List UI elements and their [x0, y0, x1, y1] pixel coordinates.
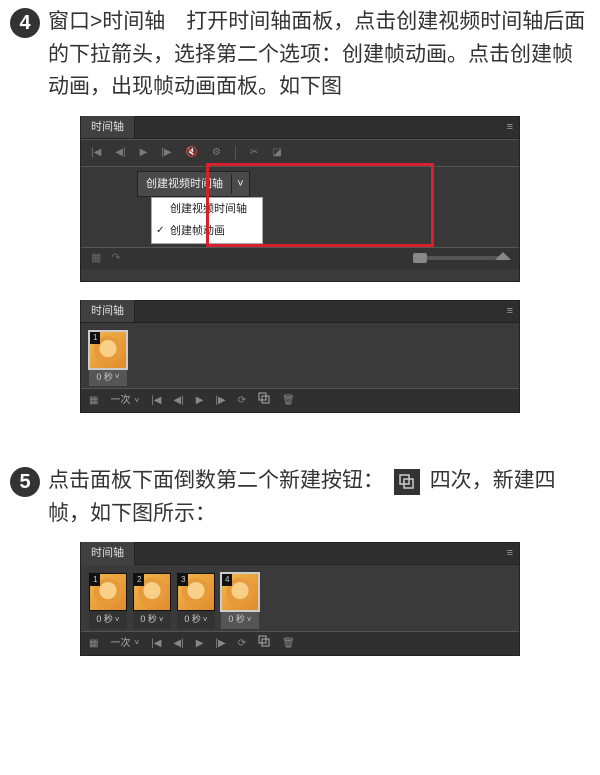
convert-frames-icon: ▦ — [91, 250, 101, 267]
trash-icon[interactable]: 🗑 — [282, 393, 295, 408]
frame-number: 1 — [90, 574, 100, 586]
frame-1[interactable]: 1 0 秒˅ — [89, 573, 127, 629]
frame-thumbnail: 1 — [89, 573, 127, 611]
timeline-tab[interactable]: 时间轴 — [81, 300, 135, 323]
frame-duration[interactable]: 0 秒˅ — [177, 611, 215, 629]
timeline-panel-initial: 时间轴 ≡ |◀ ◀| ▶ |▶ 🔇 ⚙ ✂ ◪ 创建视频时间轴 ˅ 创建视频时… — [80, 116, 520, 282]
timeline-tab[interactable]: 时间轴 — [81, 116, 135, 139]
frame-number: 4 — [222, 574, 232, 586]
step4-text: 窗口>时间轴 打开时间轴面板，点击创建视频时间轴后面的下拉箭头，选择第二个选项：… — [48, 6, 590, 104]
frame-duration[interactable]: 0 秒˅ — [89, 369, 127, 387]
frame-thumbnail: 1 — [89, 331, 127, 369]
menu-item-video-timeline[interactable]: 创建视频时间轴 — [152, 198, 262, 221]
step-number-5: 5 — [10, 467, 40, 497]
create-dropdown-menu: 创建视频时间轴 ✓ 创建帧动画 — [151, 197, 263, 244]
frame-number: 3 — [178, 574, 188, 586]
loop-selector[interactable]: 一次˅ — [110, 636, 139, 651]
player-controls-row: |◀ ◀| ▶ |▶ 🔇 ⚙ ✂ ◪ — [81, 139, 519, 167]
create-button-label: 创建视频时间轴 — [146, 176, 223, 193]
tween-icon[interactable]: ⟳ — [238, 393, 246, 408]
menu-item-frame-animation[interactable]: ✓ 创建帧动画 — [152, 220, 262, 243]
frame-number: 1 — [90, 332, 100, 344]
frame-thumbnail: 3 — [177, 573, 215, 611]
new-frame-icon[interactable] — [258, 635, 270, 652]
audio-icon: 🔇 — [186, 145, 198, 160]
play-icon[interactable]: ▶ — [196, 393, 204, 408]
first-frame-icon[interactable]: |◀ — [151, 636, 161, 651]
chevron-down-icon: ˅ — [115, 371, 120, 383]
frame-thumbnail: 2 — [133, 573, 171, 611]
panel-menu-icon[interactable]: ≡ — [501, 303, 519, 320]
next-frame-icon[interactable]: |▶ — [215, 636, 225, 651]
frame-3[interactable]: 3 0 秒˅ — [177, 573, 215, 629]
prev-frame-icon[interactable]: ◀| — [173, 636, 183, 651]
first-frame-icon: |◀ — [91, 145, 101, 160]
panel-menu-icon[interactable]: ≡ — [501, 545, 519, 562]
frame-duration[interactable]: 0 秒˅ — [221, 611, 259, 629]
convert-icon[interactable]: ▦ — [89, 393, 98, 408]
new-frame-icon-inline — [394, 469, 420, 495]
loop-selector[interactable]: 一次˅ — [110, 393, 139, 408]
frame-duration[interactable]: 0 秒˅ — [89, 611, 127, 629]
play-icon[interactable]: ▶ — [196, 636, 204, 651]
play-icon: ▶ — [140, 145, 148, 160]
prev-frame-icon: ◀| — [115, 145, 125, 160]
step5-text: 点击面板下面倒数第二个新建按钮： 四次，新建四帧，如下图所示： — [48, 465, 590, 530]
frame-number: 2 — [134, 574, 144, 586]
scissors-icon: ✂ — [250, 145, 258, 160]
tween-icon[interactable]: ⟳ — [238, 636, 246, 651]
step-number-4: 4 — [10, 8, 40, 38]
next-frame-icon[interactable]: |▶ — [215, 393, 225, 408]
frame-4[interactable]: 4 0 秒˅ — [221, 573, 259, 629]
new-frame-icon[interactable] — [258, 392, 270, 409]
render-icon: ↷ — [111, 250, 120, 267]
chevron-down-icon[interactable]: ˅ — [231, 174, 249, 194]
trash-icon[interactable]: 🗑 — [282, 636, 295, 651]
convert-icon[interactable]: ▦ — [89, 636, 98, 651]
timeline-panel-single-frame: 时间轴 ≡ 1 0 秒˅ ▦ 一次˅ |◀ ◀| ▶ |▶ ⟳ — [80, 300, 520, 414]
gear-icon: ⚙ — [212, 145, 221, 160]
check-icon: ✓ — [156, 223, 164, 238]
timeline-tab[interactable]: 时间轴 — [81, 542, 135, 565]
next-frame-icon: |▶ — [161, 145, 171, 160]
panel-menu-icon[interactable]: ≡ — [501, 119, 519, 136]
frame-duration[interactable]: 0 秒˅ — [133, 611, 171, 629]
zoom-mountain-icon — [495, 252, 511, 260]
first-frame-icon[interactable]: |◀ — [151, 393, 161, 408]
frame-thumbnail: 4 — [221, 573, 259, 611]
frame-2[interactable]: 2 0 秒˅ — [133, 573, 171, 629]
create-video-timeline-button[interactable]: 创建视频时间轴 ˅ — [137, 171, 250, 198]
prev-frame-icon[interactable]: ◀| — [173, 393, 183, 408]
timeline-panel-four-frames: 时间轴 ≡ 1 0 秒˅ 2 0 秒˅ 3 0 秒˅ 4 0 秒˅ ▦ — [80, 542, 520, 656]
frame-1[interactable]: 1 0 秒˅ — [89, 331, 127, 387]
transition-icon: ◪ — [272, 145, 281, 160]
